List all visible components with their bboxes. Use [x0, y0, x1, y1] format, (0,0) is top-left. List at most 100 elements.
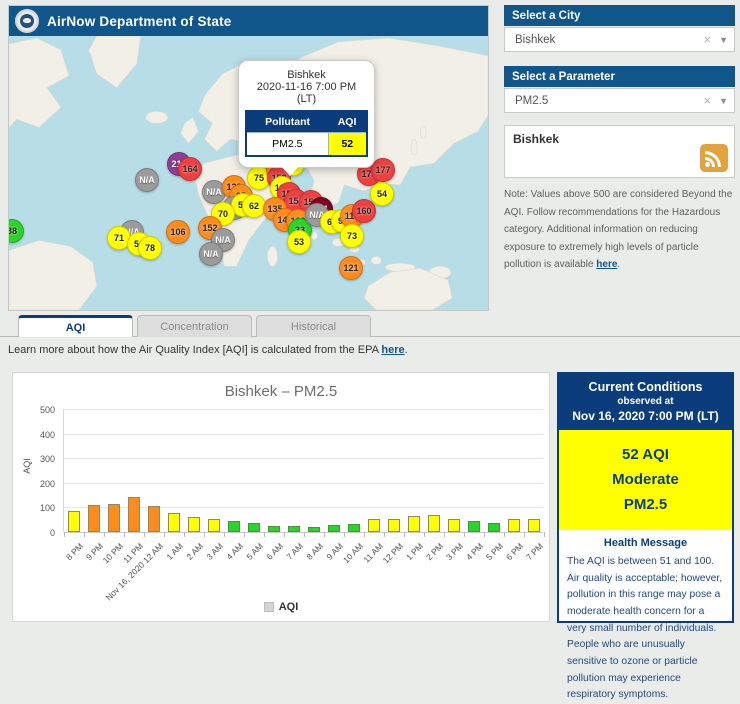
cc-category: Moderate	[559, 467, 732, 492]
popup-pollutant-value: PM2.5	[246, 133, 328, 157]
map-marker-106[interactable]: 106	[166, 220, 190, 244]
map-marker-54[interactable]: 54	[370, 182, 394, 206]
x-label-8: 4 AM	[224, 541, 245, 562]
tab-historical[interactable]: Historical	[256, 315, 371, 337]
bar-8-pm[interactable]	[68, 511, 80, 532]
tab-concentration[interactable]: Concentration	[137, 315, 252, 337]
chart-legend[interactable]: AQI	[13, 601, 549, 613]
bar-4-am[interactable]	[228, 521, 240, 532]
bar-8-am[interactable]	[308, 527, 320, 532]
bar-9-pm[interactable]	[88, 505, 100, 532]
y-tick-100: 100	[25, 503, 55, 513]
bar-10-pm[interactable]	[108, 504, 120, 532]
map-marker-73[interactable]: 73	[340, 224, 364, 248]
x-tick	[504, 532, 505, 537]
x-tick	[264, 532, 265, 537]
cc-title: Current Conditions	[563, 380, 728, 394]
cc-health-message: Health Message The AQI is between 51 and…	[559, 530, 732, 704]
parameter-clear-icon[interactable]: ×	[703, 93, 711, 108]
gridline-500	[64, 409, 543, 410]
parameter-select-value: PM2.5	[515, 95, 548, 107]
bar-11-pm[interactable]	[128, 497, 140, 532]
cc-health-title: Health Message	[567, 537, 724, 549]
x-label-10: 6 AM	[264, 541, 285, 562]
x-tick	[244, 532, 245, 537]
x-label-20: 4 PM	[464, 541, 485, 562]
x-tick	[124, 532, 125, 537]
bar-6-pm[interactable]	[508, 519, 520, 532]
bar-2-am[interactable]	[188, 517, 200, 532]
bar-9-am[interactable]	[328, 525, 340, 532]
bar-nov-16-2020-12-am[interactable]	[148, 506, 160, 532]
cc-aqi-value: 52 AQI	[559, 442, 732, 467]
x-tick	[324, 532, 325, 537]
city-clear-icon[interactable]: ×	[703, 32, 711, 47]
x-tick	[424, 532, 425, 537]
bar-4-pm[interactable]	[468, 521, 480, 532]
x-label-0: 8 PM	[64, 541, 85, 562]
x-tick	[304, 532, 305, 537]
map-marker-160[interactable]: 160	[352, 199, 376, 223]
map-marker-53[interactable]: 53	[287, 230, 311, 254]
legend-label: AQI	[279, 601, 299, 613]
parameter-select[interactable]: PM2.5 × ▼	[504, 88, 735, 113]
gridline-200	[64, 483, 543, 484]
bar-7-am[interactable]	[288, 526, 300, 532]
map-marker-164[interactable]: 164	[178, 157, 202, 181]
x-tick	[364, 532, 365, 537]
learn-more-text: Learn more about how the Air Quality Ind…	[8, 344, 408, 356]
bar-6-am[interactable]	[268, 526, 280, 532]
map-marker-na[interactable]: N/A	[199, 242, 223, 266]
department-of-state-seal-icon	[15, 9, 39, 33]
bar-2-pm[interactable]	[428, 515, 440, 532]
gridline-400	[64, 434, 543, 435]
bar-10-am[interactable]	[348, 524, 360, 532]
bar-3-pm[interactable]	[448, 519, 460, 532]
bar-5-pm[interactable]	[488, 523, 500, 532]
map-marker-177[interactable]: 177	[371, 158, 395, 182]
popup-city: Bishkek	[245, 69, 368, 81]
x-tick	[444, 532, 445, 537]
cc-subtitle: observed at	[563, 396, 728, 407]
city-select-value: Bishkek	[515, 34, 555, 46]
city-select[interactable]: Bishkek × ▼	[504, 27, 735, 52]
x-label-17: 1 PM	[404, 541, 425, 562]
popup-aqi-value: 52	[328, 133, 367, 157]
x-tick	[84, 532, 85, 537]
tab-aqi[interactable]: AQI	[18, 315, 133, 337]
rss-icon[interactable]	[700, 144, 728, 172]
cc-pollutant: PM2.5	[559, 492, 732, 517]
bar-5-am[interactable]	[248, 523, 260, 532]
feed-box: Bishkek	[504, 125, 735, 178]
bar-3-am[interactable]	[208, 519, 220, 532]
x-label-14: 10 AM	[341, 541, 365, 565]
x-tick	[224, 532, 225, 537]
x-tick	[344, 532, 345, 537]
learn-more-here-link[interactable]: here	[381, 344, 404, 356]
note-here-link[interactable]: here	[596, 259, 617, 270]
map-popup: Bishkek 2020-11-16 7:00 PM (LT) Pollutan…	[238, 60, 375, 168]
legend-swatch-icon	[264, 602, 274, 612]
world-aqi-map[interactable]: 38N/A213164N/A715478106N/A13385N/A546270…	[9, 36, 488, 310]
x-label-18: 2 PM	[424, 541, 445, 562]
popup-datetime: 2020-11-16 7:00 PM	[245, 81, 368, 93]
x-tick	[384, 532, 385, 537]
app-header: AirNow Department of State	[9, 6, 488, 36]
x-label-6: 2 AM	[184, 541, 205, 562]
city-chevron-down-icon[interactable]: ▼	[719, 35, 728, 45]
bar-11-am[interactable]	[368, 519, 380, 532]
popup-col-aqi: AQI	[328, 111, 367, 133]
x-label-2: 10 PM	[101, 541, 125, 565]
bar-1-am[interactable]	[168, 513, 180, 532]
bar-12-pm[interactable]	[388, 519, 400, 532]
x-tick	[484, 532, 485, 537]
y-tick-400: 400	[25, 430, 55, 440]
map-marker-78[interactable]: 78	[138, 236, 162, 260]
map-marker-na[interactable]: N/A	[135, 168, 159, 192]
aqi-chart-panel: Bishkek – PM2.5 AQI 01002003004005008 PM…	[12, 372, 550, 622]
bar-1-pm[interactable]	[408, 516, 420, 532]
x-label-19: 3 PM	[444, 541, 465, 562]
map-marker-121[interactable]: 121	[339, 256, 363, 280]
parameter-chevron-down-icon[interactable]: ▼	[719, 96, 728, 106]
bar-7-pm[interactable]	[528, 519, 540, 532]
